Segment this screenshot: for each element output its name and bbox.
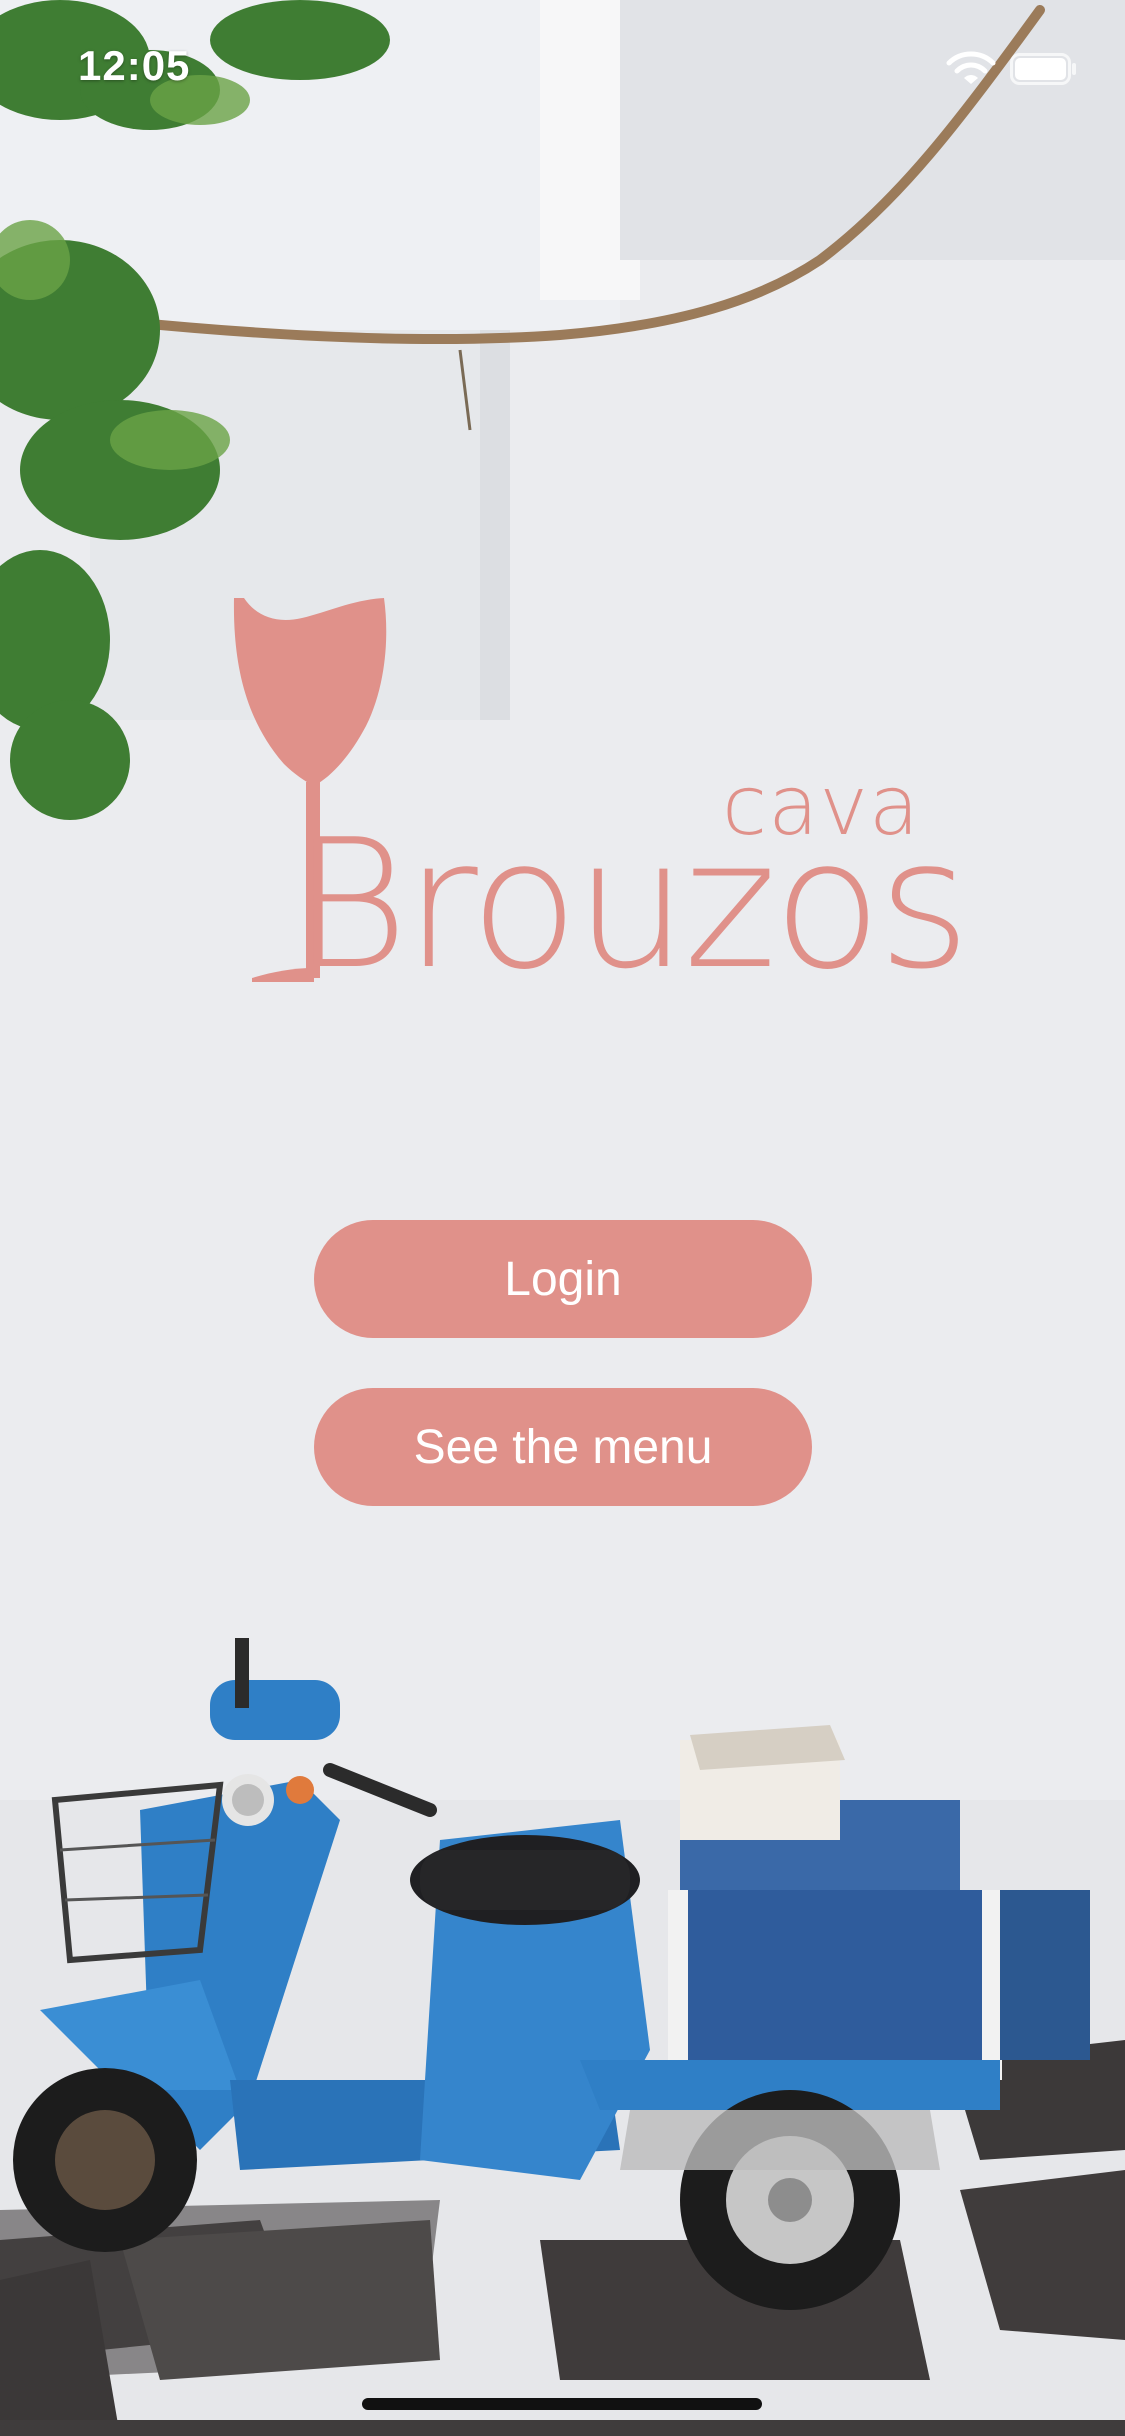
login-button[interactable]: Login [314, 1220, 812, 1338]
status-time: 12:05 [78, 42, 191, 89]
background-photo [0, 0, 1125, 2436]
status-bar: 12:05 [0, 0, 1125, 140]
home-indicator[interactable] [362, 2398, 762, 2410]
see-menu-button[interactable]: See the menu [314, 1388, 812, 1506]
brand-name: Brouzos [292, 801, 971, 1008]
welcome-screen: 12:05 cava Brouzos Login See the menu [0, 0, 1125, 2436]
wifi-icon [946, 51, 996, 84]
battery-icon [1010, 53, 1076, 85]
brand-logo: cava Brouzos [232, 596, 971, 996]
